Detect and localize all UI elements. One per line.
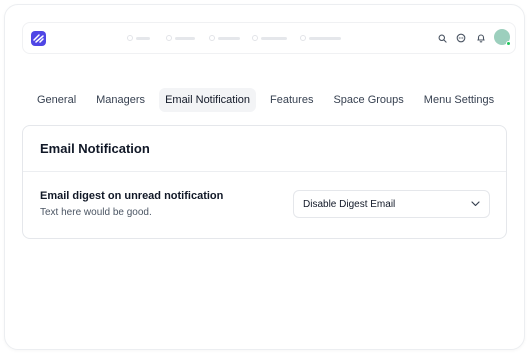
- tab-space-groups[interactable]: Space Groups: [327, 88, 409, 112]
- chat-icon[interactable]: [454, 31, 468, 45]
- tab-managers[interactable]: Managers: [90, 88, 151, 112]
- top-navigation-bar: [22, 22, 516, 54]
- digest-select[interactable]: Disable Digest Email: [293, 190, 490, 218]
- tab-email-notification[interactable]: Email Notification: [159, 88, 257, 112]
- nav-placeholder-1[interactable]: [127, 35, 150, 41]
- tab-features[interactable]: Features: [264, 88, 319, 112]
- select-value: Disable Digest Email: [303, 198, 396, 210]
- brand-logo-icon[interactable]: [31, 31, 46, 46]
- card-title: Email Notification: [40, 141, 150, 156]
- setting-label: Email digest on unread notification: [40, 190, 224, 202]
- setting-help-text: Text here would be good.: [40, 207, 152, 218]
- tab-menu-settings[interactable]: Menu Settings: [418, 88, 500, 112]
- chevron-down-icon: [471, 201, 480, 207]
- tab-general[interactable]: General: [31, 88, 82, 112]
- nav-placeholder-4[interactable]: [252, 35, 287, 41]
- nav-placeholder-5[interactable]: [300, 35, 341, 41]
- search-icon[interactable]: [435, 31, 449, 45]
- settings-tabs: General Managers Email Notification Feat…: [31, 88, 500, 112]
- digest-setting: Email digest on unread notification Text…: [40, 190, 223, 218]
- online-status-indicator: [506, 41, 511, 46]
- nav-placeholder-2[interactable]: [166, 35, 195, 41]
- email-notification-card: Email Notification Email digest on unrea…: [22, 125, 507, 239]
- card-header: Email Notification: [23, 126, 506, 172]
- nav-placeholder-3[interactable]: [209, 35, 240, 41]
- app-window: General Managers Email Notification Feat…: [4, 4, 525, 350]
- user-avatar[interactable]: [494, 29, 511, 46]
- bell-icon[interactable]: [474, 31, 488, 45]
